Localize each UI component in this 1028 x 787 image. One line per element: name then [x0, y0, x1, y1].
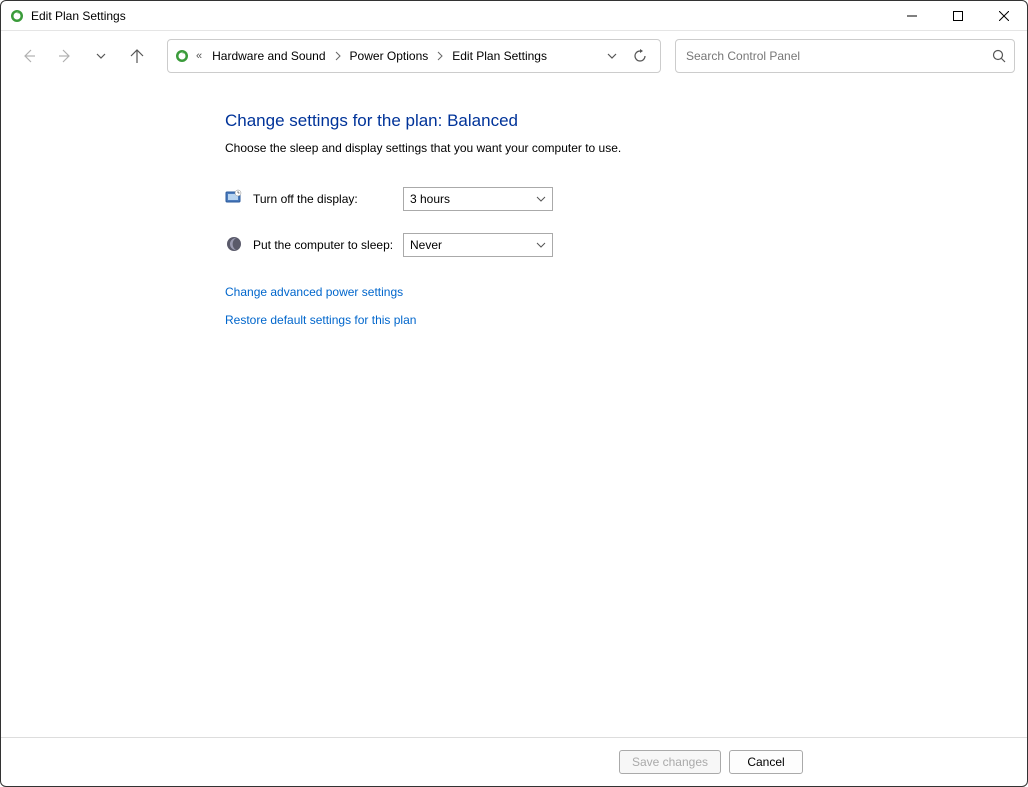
power-options-app-icon — [9, 8, 25, 24]
content-area: Change settings for the plan: Balanced C… — [1, 81, 1027, 738]
window-controls — [889, 1, 1027, 31]
chevron-down-icon — [536, 240, 546, 250]
page-heading: Change settings for the plan: Balanced — [225, 111, 987, 131]
links-block: Change advanced power settings Restore d… — [225, 285, 987, 327]
refresh-button[interactable] — [626, 42, 654, 70]
search-box[interactable] — [675, 39, 1015, 73]
recent-locations-button[interactable] — [85, 40, 117, 72]
footer: Save changes Cancel — [1, 738, 1027, 786]
address-bar[interactable]: « Hardware and Sound Power Options Edit … — [167, 39, 661, 73]
navigation-row: « Hardware and Sound Power Options Edit … — [1, 31, 1027, 81]
search-icon[interactable] — [992, 49, 1006, 63]
chevron-right-icon[interactable] — [332, 51, 344, 61]
advanced-power-settings-link[interactable]: Change advanced power settings — [225, 285, 987, 299]
breadcrumb-overflow-icon[interactable]: « — [196, 50, 202, 62]
titlebar: Edit Plan Settings — [1, 1, 1027, 31]
search-input[interactable] — [684, 48, 992, 64]
up-button[interactable] — [121, 40, 153, 72]
turn-off-display-label: Turn off the display: — [253, 192, 403, 206]
sleep-row: Put the computer to sleep: Never — [225, 233, 987, 257]
address-history-button[interactable] — [598, 42, 626, 70]
close-button[interactable] — [981, 1, 1027, 31]
page-subtext: Choose the sleep and display settings th… — [225, 141, 987, 155]
maximize-button[interactable] — [935, 1, 981, 31]
turn-off-display-dropdown[interactable]: 3 hours — [403, 187, 553, 211]
minimize-button[interactable] — [889, 1, 935, 31]
cancel-button[interactable]: Cancel — [729, 750, 803, 774]
breadcrumb-edit-plan-settings[interactable]: Edit Plan Settings — [446, 45, 553, 67]
turn-off-display-row: Turn off the display: 3 hours — [225, 187, 987, 211]
breadcrumb-hardware-and-sound[interactable]: Hardware and Sound — [206, 45, 331, 67]
save-changes-button[interactable]: Save changes — [619, 750, 721, 774]
restore-defaults-link[interactable]: Restore default settings for this plan — [225, 313, 987, 327]
back-button[interactable] — [13, 40, 45, 72]
sleep-dropdown[interactable]: Never — [403, 233, 553, 257]
turn-off-display-value: 3 hours — [410, 192, 536, 206]
sleep-label: Put the computer to sleep: — [253, 238, 403, 252]
forward-button[interactable] — [49, 40, 81, 72]
window-title: Edit Plan Settings — [31, 9, 126, 23]
chevron-down-icon — [536, 194, 546, 204]
breadcrumb-power-options[interactable]: Power Options — [344, 45, 435, 67]
sleep-value: Never — [410, 238, 536, 252]
moon-icon — [225, 235, 245, 255]
display-icon — [225, 189, 245, 209]
power-options-icon — [174, 48, 190, 64]
chevron-right-icon[interactable] — [434, 51, 446, 61]
